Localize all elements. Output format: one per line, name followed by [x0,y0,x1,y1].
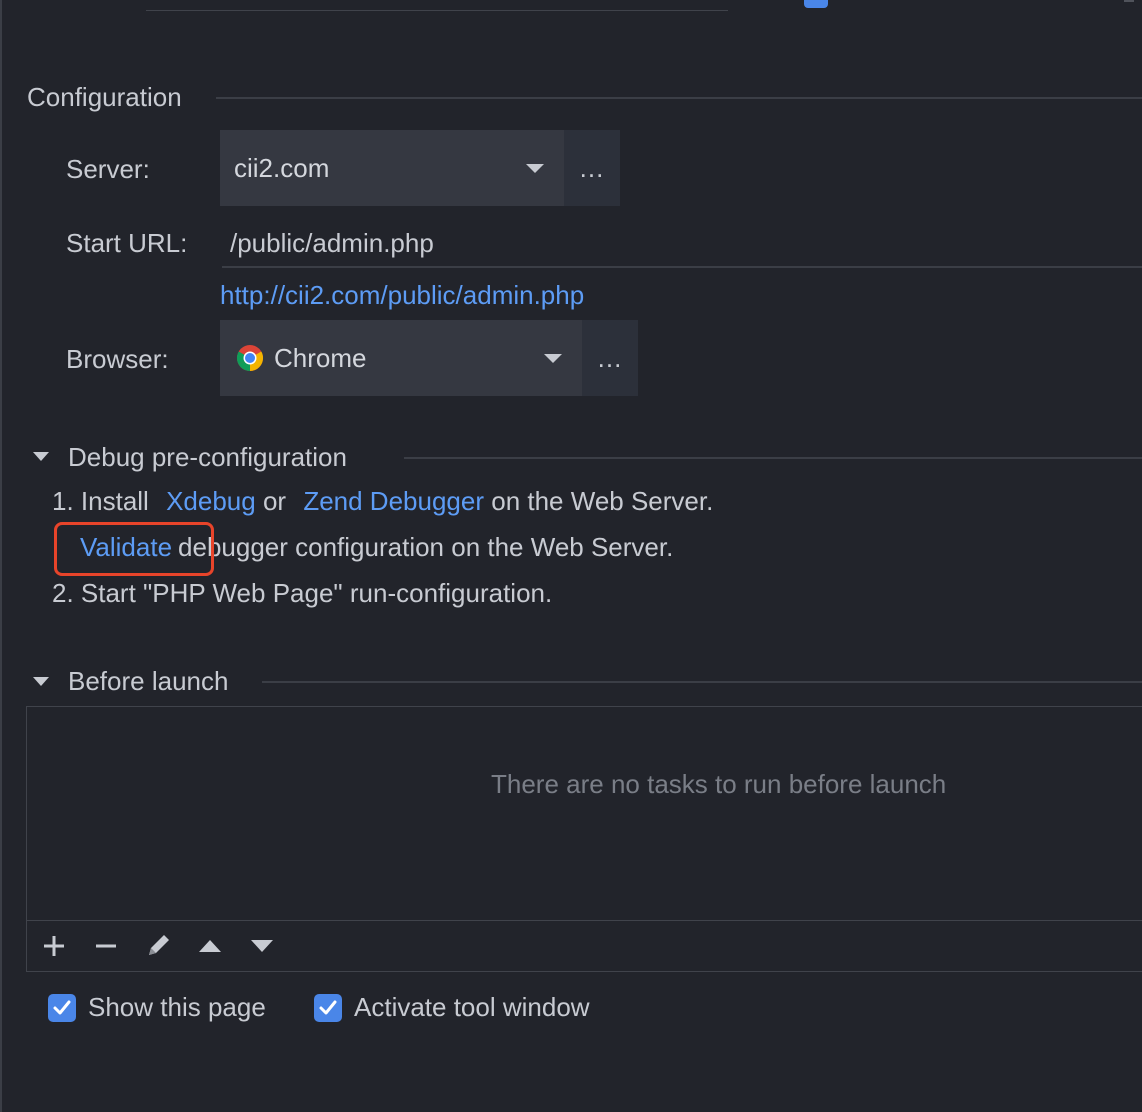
toolbar-divider [27,920,1142,921]
xdebug-link[interactable]: Xdebug [166,486,256,516]
before-launch-title: Before launch [68,666,229,696]
top-right-mark [1124,0,1134,2]
collapse-before-launch-icon[interactable] [33,677,49,686]
browser-more-button[interactable]: ... [582,320,638,396]
move-up-icon[interactable] [196,930,224,962]
zend-debugger-link[interactable]: Zend Debugger [303,486,484,516]
edit-icon[interactable] [144,929,174,961]
start-url-label: Start URL: [66,228,188,258]
chevron-down-icon [544,354,562,363]
debug-title: Debug pre-configuration [68,442,347,472]
chevron-down-icon [526,164,544,173]
validate-highlight-box [54,522,214,576]
browser-value: Chrome [274,342,367,373]
server-label: Server: [66,154,150,184]
debug-step2: 2. Start "PHP Web Page" run-configuratio… [52,578,553,608]
checkmark-icon [319,1000,337,1015]
chrome-icon [236,345,264,372]
debug-separator [404,457,1142,459]
debug-step1-line: 1. Install Xdebug or Zend Debugger on th… [52,486,713,517]
top-field-underline [146,10,728,11]
step1-suffix: on the Web Server. [491,486,714,516]
or-text: or [262,486,287,516]
server-more-button[interactable]: ... [564,130,620,206]
move-down-icon[interactable] [248,930,276,962]
add-icon[interactable] [40,930,68,962]
start-url-value: /public/admin.php [230,228,434,258]
collapse-debug-icon[interactable] [33,452,49,461]
server-value: cii2.com [234,152,330,183]
configuration-title: Configuration [27,82,182,112]
remove-icon[interactable] [92,930,120,962]
show-page-label[interactable]: Show this page [88,992,266,1023]
before-launch-task-list[interactable]: There are no tasks to run before launch [26,706,1142,972]
browser-label: Browser: [66,344,169,374]
configuration-separator [216,97,1142,99]
show-page-checkbox[interactable] [48,994,76,1022]
activate-tool-window-checkbox[interactable] [314,994,342,1022]
server-dropdown[interactable]: cii2.com [220,130,564,206]
empty-tasks-message: There are no tasks to run before launch [491,769,947,799]
top-checkbox-partial[interactable] [804,0,828,8]
validate-suffix: debugger configuration on the Web Server… [178,532,674,562]
browser-dropdown[interactable]: Chrome [220,320,582,396]
before-launch-separator [262,681,1142,683]
step1-prefix: 1. Install [52,486,149,516]
resolved-url-link[interactable]: http://cii2.com/public/admin.php [220,280,584,311]
activate-tool-window-label[interactable]: Activate tool window [354,992,590,1023]
window-left-border [0,0,2,1112]
start-url-input[interactable]: /public/admin.php [222,220,1142,268]
checkmark-icon [53,1000,71,1015]
